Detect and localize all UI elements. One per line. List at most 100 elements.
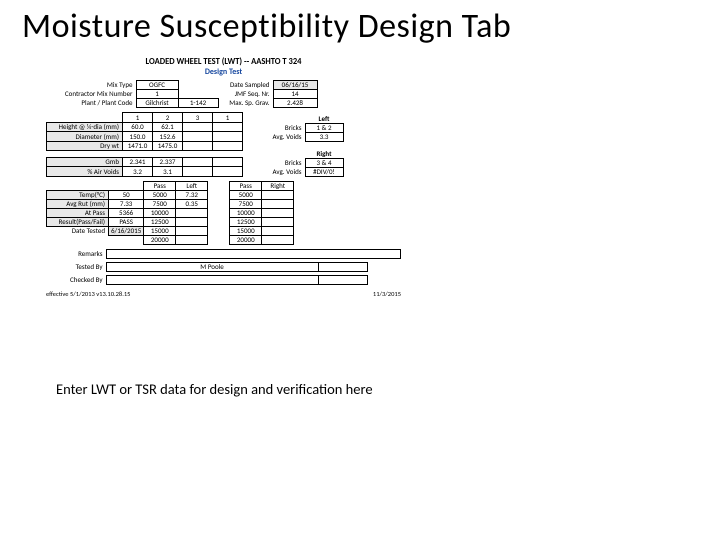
right-section: Right	[305, 149, 343, 158]
pass-l-12500: 12500	[144, 217, 176, 226]
contractor-mix-label: Contractor Mix Number	[46, 90, 136, 99]
result-value: PASS	[109, 217, 144, 226]
left-10000	[176, 208, 208, 217]
mix-type-label: Mix Type	[46, 81, 136, 90]
passes-h1: Pass	[144, 181, 176, 190]
diameter-2: 152.6	[153, 132, 183, 142]
left-bricks-label: Bricks	[261, 123, 305, 132]
pass-r-15000: 15000	[230, 226, 262, 235]
diameter-1: 150.0	[123, 132, 153, 142]
air-voids-label: % Air Voids	[47, 167, 123, 177]
plant-label: Plant / Plant Code	[46, 99, 136, 108]
tested-by-value: M Poole	[106, 262, 318, 271]
signature-table: Remarks Tested By M Poole Checked By	[46, 249, 401, 285]
pass-r-7500: 7500	[230, 199, 262, 208]
diameter-label: Diameter (mm)	[47, 132, 123, 142]
form-header-1: LOADED WHEEL TEST (LWT) -- AASHTO T 324	[46, 58, 401, 67]
footer-right: 11/3/2015	[373, 291, 401, 298]
pass-l-20000: 20000	[144, 235, 176, 244]
drywt-1: 1471.0	[123, 141, 153, 151]
passes-h2: Left	[176, 181, 208, 190]
right-15000	[262, 226, 294, 235]
passes-table: Pass Left Pass Right Temp(°C) 50 5000 7.…	[46, 181, 294, 245]
right-10000	[262, 208, 294, 217]
right-5000	[262, 190, 294, 199]
remarks-value	[106, 249, 401, 258]
jmf-seq-label: JMF Seq. Nr.	[218, 90, 273, 99]
col-4: 1	[213, 113, 243, 123]
max-sp-gr-value: 2.428	[273, 99, 317, 108]
left-20000	[176, 235, 208, 244]
max-sp-gr-label: Max. Sp. Grav.	[218, 99, 273, 108]
left-avg-voids-value: 3.3	[305, 132, 343, 141]
pass-r-10000: 10000	[230, 208, 262, 217]
contractor-mix-value: 1	[136, 90, 178, 99]
info-table: Mix Type OGFC Date Sampled 06/16/15 Cont…	[46, 80, 401, 108]
right-7500	[262, 199, 294, 208]
pass-l-7500: 7500	[144, 199, 176, 208]
pass-r-12500: 12500	[230, 217, 262, 226]
pass-l-15000: 15000	[144, 226, 176, 235]
pass-l-5000: 5000	[144, 190, 176, 199]
right-avg-voids-value: #DIV/0!	[305, 167, 343, 176]
height-2: 62.1	[153, 122, 183, 132]
left-right-table: Left Bricks 1 & 2 Avg. Voids 3.3 Right B…	[261, 114, 344, 177]
mix-type-value: OGFC	[136, 81, 178, 90]
height-3	[183, 122, 213, 132]
col-3: 3	[183, 113, 213, 123]
gmb-3	[183, 157, 213, 167]
height-4	[213, 122, 243, 132]
form-footer: effective 5/1/2013 v13.10.28.15 11/3/201…	[46, 291, 401, 298]
diameter-3	[183, 132, 213, 142]
gmb-4	[213, 157, 243, 167]
jmf-seq-value: 14	[273, 90, 317, 99]
tested-by-blank	[318, 262, 367, 271]
date-tested-label: Date Tested	[47, 226, 109, 235]
pass-r-20000: 20000	[230, 235, 262, 244]
drywt-2: 1475.0	[153, 141, 183, 151]
slide-title: Moisture Susceptibility Design Tab	[22, 6, 720, 47]
air-voids-3	[183, 167, 213, 177]
left-bricks-value: 1 & 2	[305, 123, 343, 132]
right-20000	[262, 235, 294, 244]
at-pass-value: 5366	[109, 208, 144, 217]
at-pass-label: At Pass	[47, 208, 109, 217]
drywt-4	[213, 141, 243, 151]
left-15000	[176, 226, 208, 235]
pass-l-10000: 10000	[144, 208, 176, 217]
slide-caption: Enter LWT or TSR data for design and ver…	[56, 380, 373, 398]
passes-h4: Right	[262, 181, 294, 190]
right-12500	[262, 217, 294, 226]
sample-table: 1 2 3 1 Height @ ¼-dia (mm) 60.0 62.1 Di…	[46, 112, 243, 177]
right-avg-voids-label: Avg. Voids	[261, 167, 305, 176]
date-tested-value: 6/16/2015	[109, 226, 144, 235]
left-5000: 7.32	[176, 190, 208, 199]
right-bricks-value: 3 & 4	[305, 158, 343, 167]
col-1: 1	[123, 113, 153, 123]
left-12500	[176, 217, 208, 226]
air-voids-4	[213, 167, 243, 177]
date-sampled-value: 06/16/15	[273, 81, 317, 90]
left-avg-voids-label: Avg. Voids	[261, 132, 305, 141]
gmb-label: Gmb	[47, 157, 123, 167]
air-voids-1: 3.2	[123, 167, 153, 177]
footer-left: effective 5/1/2013 v13.10.28.15	[46, 291, 130, 298]
plant-code-value: 1-142	[178, 99, 218, 108]
drywt-3	[183, 141, 213, 151]
plant-name-value: Gilchrist	[136, 99, 178, 108]
left-section: Left	[305, 114, 343, 123]
date-sampled-label: Date Sampled	[218, 81, 273, 90]
drywt-label: Dry wt	[47, 141, 123, 151]
height-label: Height @ ¼-dia (mm)	[47, 122, 123, 132]
avg-rut-value: 7.33	[109, 199, 144, 208]
col-2: 2	[153, 113, 183, 123]
temp-label: Temp(°C)	[47, 190, 109, 199]
checked-by-label: Checked By	[46, 275, 106, 284]
result-label: Result(Pass/Fail)	[47, 217, 109, 226]
lwt-form-image: LOADED WHEEL TEST (LWT) -- AASHTO T 324 …	[46, 58, 401, 298]
temp-value: 50	[109, 190, 144, 199]
form-header-2: Design Test	[46, 68, 401, 77]
height-1: 60.0	[123, 122, 153, 132]
remarks-label: Remarks	[46, 249, 106, 258]
left-7500: 0.35	[176, 199, 208, 208]
